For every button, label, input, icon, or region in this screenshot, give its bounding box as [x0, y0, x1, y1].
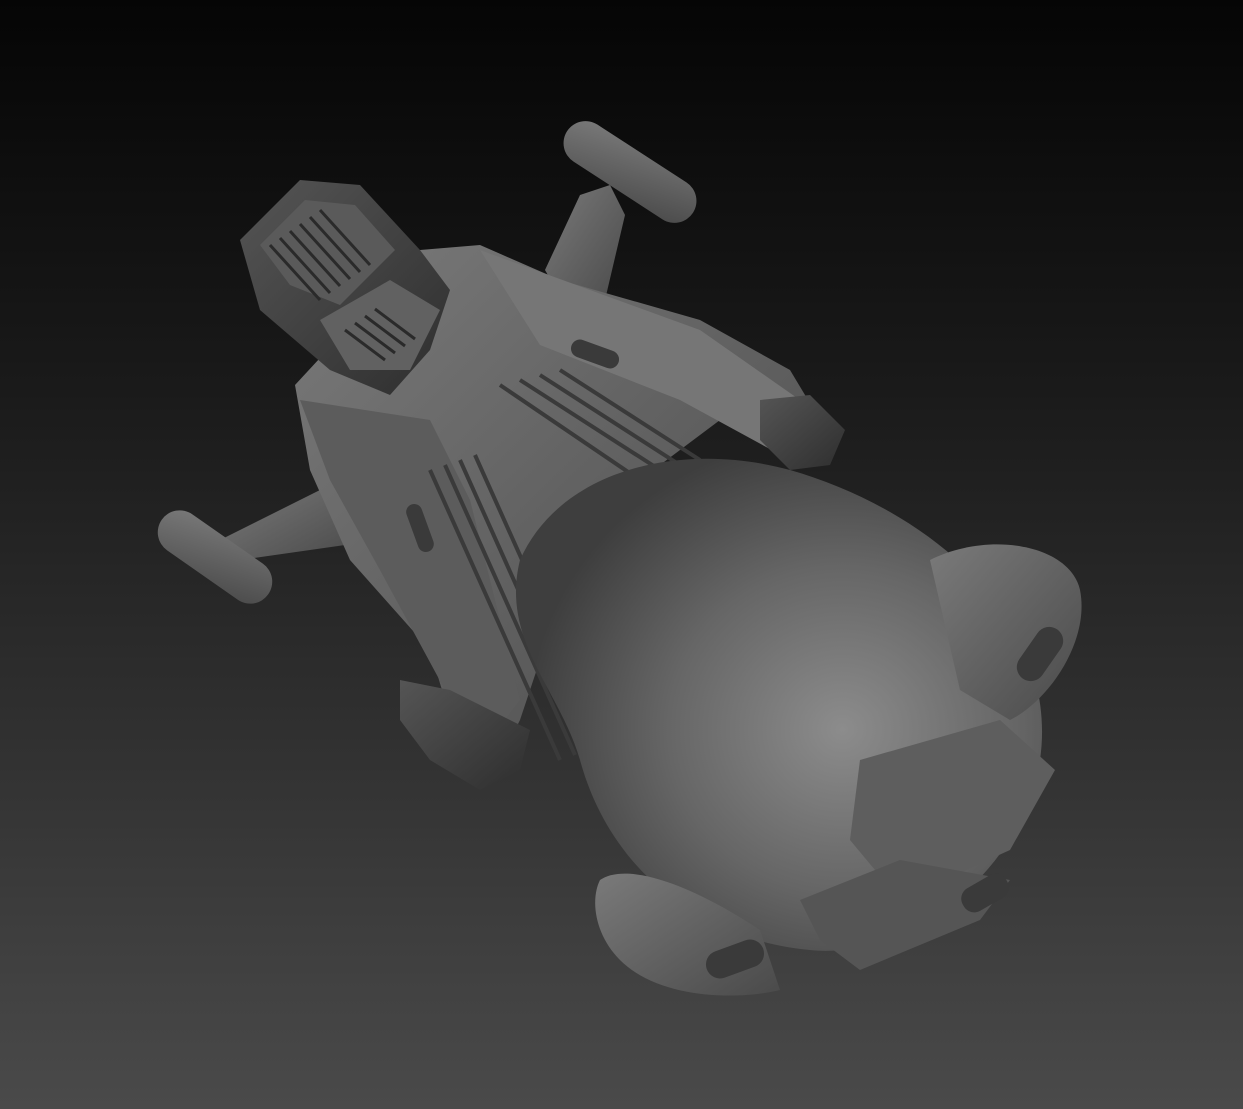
cockpit-head: [240, 180, 450, 395]
lower-strut: [157, 485, 355, 604]
3d-viewport[interactable]: [0, 0, 1243, 1109]
model-render: [157, 121, 1082, 996]
upper-strut: [545, 121, 697, 305]
right-handle-block: [760, 395, 845, 470]
